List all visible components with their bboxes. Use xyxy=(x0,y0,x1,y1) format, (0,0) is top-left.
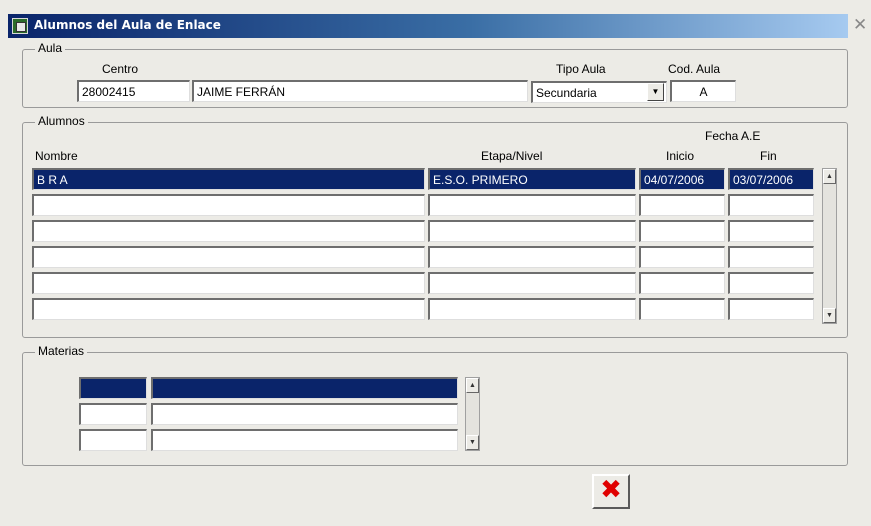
inicio-cell[interactable] xyxy=(639,194,725,216)
inicio-cell[interactable] xyxy=(639,220,725,242)
fin-cell[interactable]: 03/07/2006 xyxy=(728,168,814,190)
inicio-cell[interactable] xyxy=(639,272,725,294)
tipo-aula-label: Tipo Aula xyxy=(556,62,606,76)
scroll-down-icon[interactable]: ▼ xyxy=(466,435,479,450)
inicio-cell[interactable] xyxy=(639,298,725,320)
close-window-icon[interactable]: ✕ xyxy=(853,16,867,34)
cod-aula-label: Cod. Aula xyxy=(668,62,721,76)
column-header-inicio: Inicio xyxy=(666,149,695,163)
etapa-cell[interactable]: E.S.O. PRIMERO xyxy=(428,168,636,190)
etapa-cell[interactable] xyxy=(428,272,636,294)
exit-button[interactable]: ✖ xyxy=(592,474,630,509)
column-header-etapa-nivel: Etapa/Nivel xyxy=(481,149,543,163)
tipo-aula-dropdown-icon[interactable]: ▼ xyxy=(647,83,664,101)
etapa-cell[interactable] xyxy=(428,298,636,320)
scroll-down-icon[interactable]: ▼ xyxy=(823,308,836,323)
materia-code-cell[interactable] xyxy=(79,429,147,451)
fin-cell[interactable] xyxy=(728,220,814,242)
materias-legend: Materias xyxy=(35,344,88,358)
red-x-icon: ✖ xyxy=(600,475,622,505)
fecha-ae-header: Fecha A.E xyxy=(705,129,761,143)
aula-legend: Aula xyxy=(35,41,66,55)
fin-cell[interactable] xyxy=(728,272,814,294)
scroll-up-icon[interactable]: ▲ xyxy=(823,169,836,184)
app-window-icon xyxy=(12,18,28,34)
nombre-cell[interactable]: B R A xyxy=(32,168,425,190)
nombre-cell[interactable] xyxy=(32,220,425,242)
inicio-cell[interactable]: 04/07/2006 xyxy=(639,168,725,190)
window-titlebar[interactable]: Alumnos del Aula de Enlace xyxy=(8,14,848,38)
materia-name-cell[interactable] xyxy=(151,403,458,425)
alumnos-scrollbar[interactable]: ▲ ▼ xyxy=(822,168,837,324)
nombre-cell[interactable] xyxy=(32,194,425,216)
column-header-nombre: Nombre xyxy=(35,149,78,163)
nombre-cell[interactable] xyxy=(32,298,425,320)
column-header-fin: Fin xyxy=(760,149,777,163)
etapa-cell[interactable] xyxy=(428,194,636,216)
window-title: Alumnos del Aula de Enlace xyxy=(34,18,221,32)
etapa-cell[interactable] xyxy=(428,220,636,242)
centro-name-field[interactable]: JAIME FERRÁN xyxy=(192,80,528,102)
nombre-cell[interactable] xyxy=(32,272,425,294)
cod-aula-field[interactable]: A xyxy=(670,80,736,102)
fin-cell[interactable] xyxy=(728,194,814,216)
materia-name-cell[interactable] xyxy=(151,377,458,399)
nombre-cell[interactable] xyxy=(32,246,425,268)
inicio-cell[interactable] xyxy=(639,246,725,268)
etapa-cell[interactable] xyxy=(428,246,636,268)
materia-code-cell[interactable] xyxy=(79,403,147,425)
centro-code-field[interactable]: 28002415 xyxy=(77,80,190,102)
materias-scrollbar[interactable]: ▲ ▼ xyxy=(465,377,480,451)
centro-label: Centro xyxy=(102,62,139,76)
scroll-up-icon[interactable]: ▲ xyxy=(466,378,479,393)
materia-code-cell[interactable] xyxy=(79,377,147,399)
fin-cell[interactable] xyxy=(728,298,814,320)
alumnos-legend: Alumnos xyxy=(35,114,88,128)
fin-cell[interactable] xyxy=(728,246,814,268)
materia-name-cell[interactable] xyxy=(151,429,458,451)
